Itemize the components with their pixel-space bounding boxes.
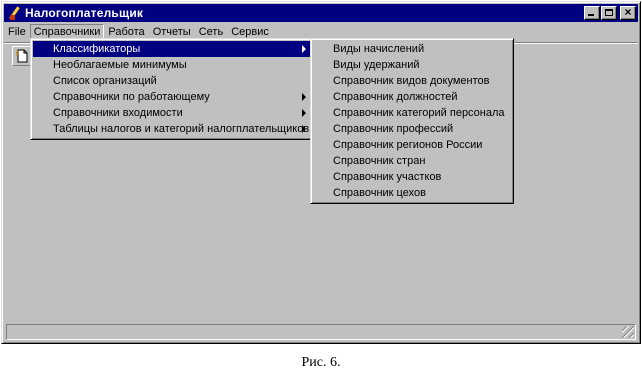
submenu-arrow-icon xyxy=(302,45,306,53)
close-icon: × xyxy=(624,5,632,19)
close-button[interactable]: × xyxy=(620,5,636,20)
menu-item-label: Список организаций xyxy=(53,75,157,87)
classifier-item[interactable]: Виды начислений xyxy=(313,41,511,57)
classifier-item[interactable]: Справочник видов документов xyxy=(313,73,511,89)
classifier-item[interactable]: Справочник стран xyxy=(313,153,511,169)
maximize-button[interactable] xyxy=(601,6,617,20)
new-document-button[interactable] xyxy=(12,46,32,66)
classifier-item[interactable]: Справочник категорий персонала xyxy=(313,105,511,121)
submenu-arrow-icon xyxy=(302,109,306,117)
menu-item-klassifikatory[interactable]: Классификаторы xyxy=(33,41,312,57)
spravochniki-dropdown: Классификаторы Необлагаемые минимумы Спи… xyxy=(30,38,315,140)
klassifikatory-submenu: Виды начислений Виды удержаний Справочни… xyxy=(310,38,514,204)
window-title: Налогоплательщик xyxy=(25,6,144,20)
classifier-item[interactable]: Справочник профессий xyxy=(313,121,511,137)
status-bar xyxy=(6,324,636,340)
title-bar[interactable]: Налогоплательщик × xyxy=(4,4,638,22)
menu-item-label: Таблицы налогов и категорий налогплатель… xyxy=(53,123,310,135)
menu-item-po-rabotayushchemu[interactable]: Справочники по работающему xyxy=(33,89,312,105)
figure-caption: Рис. 6. xyxy=(301,355,341,370)
minimize-button[interactable] xyxy=(584,6,600,20)
menu-item-spisok-organizatsiy[interactable]: Список организаций xyxy=(33,73,312,89)
minimize-icon xyxy=(588,14,594,16)
menu-item-label: Справочники входимости xyxy=(53,107,183,119)
menu-item-tablitsy-nalogov[interactable]: Таблицы налогов и категорий налогплатель… xyxy=(33,121,312,137)
menu-file[interactable]: File xyxy=(4,24,30,40)
classifier-item[interactable]: Справочник должностей xyxy=(313,89,511,105)
menu-item-label: Необлагаемые минимумы xyxy=(53,59,187,71)
classifier-item[interactable]: Виды удержаний xyxy=(313,57,511,73)
submenu-arrow-icon xyxy=(302,125,306,133)
menu-item-vkhodimosti[interactable]: Справочники входимости xyxy=(33,105,312,121)
classifier-item[interactable]: Справочник регионов России xyxy=(313,137,511,153)
app-icon xyxy=(7,6,21,20)
classifier-item[interactable]: Справочник цехов xyxy=(313,185,511,201)
menu-item-label: Справочники по работающему xyxy=(53,91,210,103)
maximize-icon xyxy=(605,9,613,16)
menu-item-neoblagaemye-minimumy[interactable]: Необлагаемые минимумы xyxy=(33,57,312,73)
resize-grip-icon[interactable] xyxy=(622,326,634,338)
submenu-arrow-icon xyxy=(302,93,306,101)
menu-item-label: Классификаторы xyxy=(53,43,141,55)
classifier-item[interactable]: Справочник участков xyxy=(313,169,511,185)
new-document-icon xyxy=(15,49,28,63)
